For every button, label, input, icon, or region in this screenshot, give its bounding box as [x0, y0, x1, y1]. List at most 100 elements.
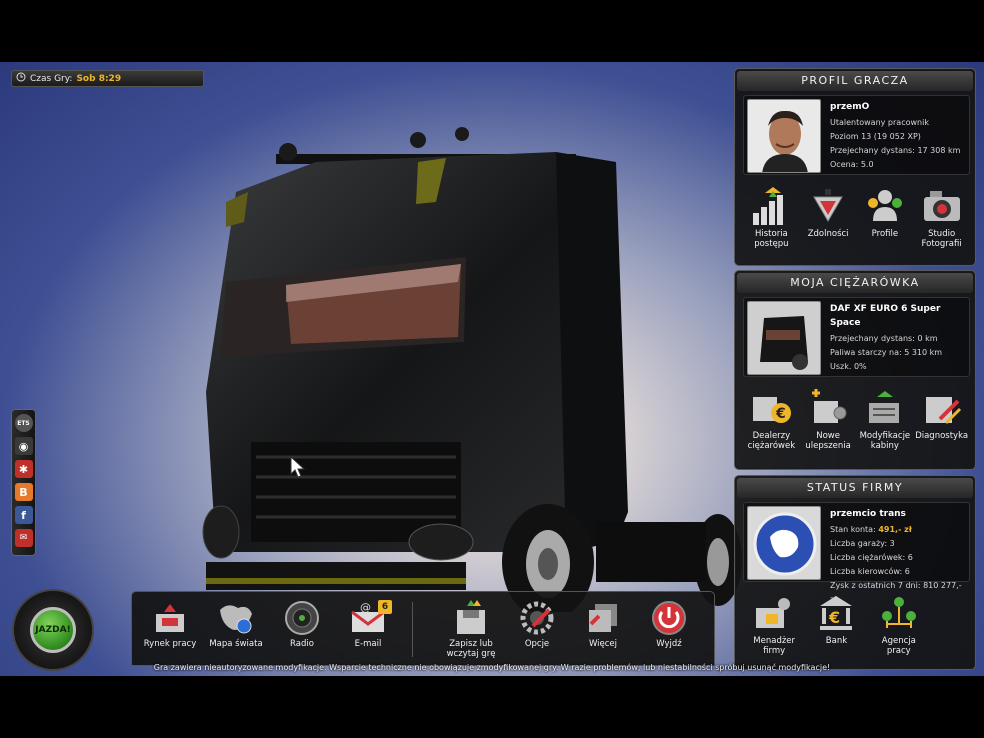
button-label: Studio Fotografii	[921, 229, 962, 249]
company-garages: Liczba garaży: 3	[830, 539, 895, 548]
photo-studio-icon	[923, 191, 960, 221]
player-name: przemO	[830, 102, 870, 112]
drive-label: JAZDA!	[30, 607, 76, 653]
button-label: Historia postępu	[754, 229, 789, 249]
truck-info: DAF XF EURO 6 Super Space Przejechany dy…	[743, 297, 970, 377]
company-drivers: Liczba kierowców: 6	[830, 567, 910, 576]
more-button[interactable]: Więcej	[569, 600, 637, 649]
truck-dealer-icon: €	[753, 397, 792, 423]
radio-icon	[285, 601, 319, 635]
button-label: Radio	[290, 639, 314, 649]
cabin-mods-button[interactable]: Modyfikacje kabiny	[857, 389, 912, 451]
button-label: E-mail	[354, 639, 382, 649]
photo-studio-button[interactable]: Studio Fotografii	[914, 187, 969, 249]
mouse-cursor-icon	[290, 456, 306, 478]
save-load-button[interactable]: Zapisz lub wczytaj grę	[437, 600, 505, 659]
company-manager-button[interactable]: Menadżer firmy	[747, 594, 802, 656]
diagnostics-button[interactable]: Diagnostyka	[914, 389, 969, 451]
company-manager-icon	[756, 598, 791, 628]
save-load-icon	[457, 600, 485, 634]
player-avatar[interactable]	[747, 99, 821, 173]
social-sidebar: ETS ◉ ✱ B f ✉	[11, 409, 36, 556]
truck-damage: Uszk. 0%	[830, 362, 867, 371]
profile-info: przemO Utalentowany pracownik Poziom 13 …	[743, 95, 970, 175]
recruitment-agency-icon	[881, 597, 916, 628]
svg-text:€: €	[828, 608, 840, 627]
button-label: Zapisz lub wczytaj grę	[446, 639, 496, 659]
player-profile-panel: PROFIL GRACZA przemO Utalentowany pracow…	[734, 68, 976, 266]
player-distance: Przejechany dystans: 17 308 km	[830, 146, 961, 155]
job-market-icon	[156, 604, 184, 632]
bank-button[interactable]: € Bank	[809, 594, 864, 656]
truck-distance: Przejechany dystans: 0 km	[830, 334, 938, 343]
company-name: przemcio trans	[830, 509, 906, 519]
blog-icon[interactable]: B	[14, 483, 33, 501]
skills-icon	[813, 189, 843, 222]
radio-button[interactable]: Radio	[268, 600, 336, 649]
exit-button[interactable]: Wyjdź	[635, 600, 703, 649]
game-clock: Czas Gry: Sob 8:29	[11, 70, 204, 87]
ets-club-icon[interactable]: ETS	[14, 414, 33, 432]
button-label: Bank	[825, 636, 848, 646]
world-map-icon	[220, 605, 252, 634]
player-rating: Ocena: 5.0	[830, 160, 874, 169]
facebook-icon[interactable]: f	[14, 506, 33, 524]
balance-label: Stan konta:	[830, 525, 876, 534]
svg-text:€: €	[775, 406, 786, 422]
skills-button[interactable]: Zdolności	[801, 187, 856, 249]
button-label: Modyfikacje kabiny	[859, 431, 911, 451]
balance-value: 491,- zł	[878, 525, 912, 534]
button-label: Diagnostyka	[915, 431, 969, 441]
truck-illustration	[202, 127, 742, 612]
company-balance: Stan konta: 491,- zł	[830, 523, 967, 537]
truck-fuel-range: Paliwa starczy na: 5 310 km	[830, 348, 943, 357]
clock-value: Sob 8:29	[76, 73, 122, 84]
button-label: Zdolności	[807, 229, 849, 239]
world-of-trucks-icon[interactable]: ◉	[14, 437, 33, 455]
button-label: Wyjdź	[656, 639, 682, 649]
job-market-button[interactable]: Rynek pracy	[136, 600, 204, 649]
profiles-button[interactable]: Profile	[857, 187, 912, 249]
bank-icon: €	[820, 596, 853, 630]
menu-divider	[412, 602, 413, 657]
button-label: Nowe ulepszenia	[805, 431, 851, 451]
recruitment-agency-button[interactable]: Agencja pracy	[871, 594, 926, 656]
button-label: Opcje	[524, 639, 550, 649]
progress-history-button[interactable]: Historia postępu	[744, 187, 799, 249]
world-map-button[interactable]: Mapa świata	[202, 600, 270, 649]
clock-icon	[16, 72, 26, 85]
feedback-icon[interactable]: ✉	[14, 529, 33, 547]
company-logo[interactable]	[747, 506, 821, 580]
company-info: przemcio trans Stan konta: 491,- zł Licz…	[743, 502, 970, 604]
button-label: Rynek pracy	[143, 639, 197, 649]
letterbox-top	[0, 0, 984, 62]
options-icon	[520, 601, 554, 635]
button-label: Mapa świata	[209, 639, 263, 649]
bottom-menu-bar: Rynek pracy Mapa świata Radio 6 @ E-mail…	[131, 591, 715, 666]
scs-icon[interactable]: ✱	[14, 460, 33, 478]
my-truck-panel: MOJA CIĘŻARÓWKA DAF XF EURO 6 Super Spac…	[734, 270, 976, 470]
panel-title: MOJA CIĘŻARÓWKA	[737, 273, 973, 293]
mods-warning: Gra zawiera nieautoryzowane modyfikacje.…	[153, 663, 831, 672]
svg-text:@: @	[360, 601, 371, 614]
company-status-panel: STATUS FIRMY przemcio trans Stan konta: …	[734, 475, 976, 670]
button-label: Dealerzy ciężarówek	[747, 431, 796, 451]
progress-history-icon	[753, 187, 784, 225]
truck-dealer-button[interactable]: € Dealerzy ciężarówek	[744, 389, 799, 451]
email-button[interactable]: 6 @ E-mail	[334, 600, 402, 649]
button-label: Profile	[871, 229, 899, 239]
panel-title: PROFIL GRACZA	[737, 71, 973, 91]
email-count-badge: 6	[378, 600, 392, 614]
drive-button[interactable]: JAZDA!	[12, 589, 94, 671]
upgrades-button[interactable]: Nowe ulepszenia	[801, 389, 856, 451]
button-label: Więcej	[588, 639, 618, 649]
letterbox-bottom	[0, 676, 984, 738]
panel-title: STATUS FIRMY	[737, 478, 973, 498]
company-trucks: Liczba ciężarówek: 6	[830, 553, 913, 562]
player-level: Poziom 13 (19 052 XP)	[830, 132, 921, 141]
power-icon	[652, 601, 686, 635]
options-button[interactable]: Opcje	[503, 600, 571, 649]
truck-thumbnail[interactable]	[747, 301, 821, 375]
upgrades-icon	[812, 389, 847, 423]
player-rank: Utalentowany pracownik	[830, 118, 929, 127]
